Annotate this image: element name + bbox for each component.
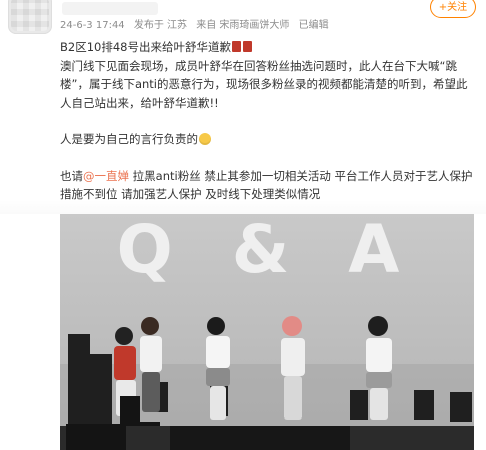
post-para-2-text: 人是要为自己的言行负责的 [60, 132, 198, 146]
username-redacted [62, 2, 158, 15]
post-date[interactable]: 24-6-3 17:44 [60, 20, 125, 31]
post-para-3-prefix: 也请 [60, 168, 83, 183]
post-image[interactable]: Q & A [60, 214, 474, 450]
follow-button[interactable]: +关注 [430, 0, 476, 18]
exclamation-icon [242, 41, 252, 52]
post-text: B2区10排48号出来给叶舒华道歉 澳门线下见面会现场，成员叶舒华在回答粉丝抽选… [60, 38, 474, 204]
backdrop-text: Q & A [117, 214, 418, 288]
smile-emoji-icon [199, 133, 211, 145]
post-edited[interactable]: 已编辑 [299, 20, 329, 31]
exclamation-icon [231, 41, 241, 52]
post-line-1: B2区10排48号出来给叶舒华道歉 [60, 38, 474, 57]
mention-link[interactable]: @一直婵 [83, 169, 129, 183]
post-header: 24-6-3 17:44 发布于 江苏 来自 宋雨琦画饼大师 已编辑 +关注 [0, 0, 486, 42]
divider [0, 200, 486, 214]
avatar-mosaic [11, 0, 49, 31]
post-headline: B2区10排48号出来给叶舒华道歉 [60, 40, 231, 54]
post-para-2: 人是要为自己的言行负责的 [60, 130, 474, 149]
avatar[interactable] [8, 0, 52, 34]
post-source[interactable]: 来自 宋雨琦画饼大师 [196, 20, 289, 31]
post-location: 发布于 江苏 [133, 20, 188, 31]
post-meta: 24-6-3 17:44 发布于 江苏 来自 宋雨琦画饼大师 已编辑 [60, 18, 335, 34]
post-para-3: 也请@一直婵 拉黑anti粉丝 禁止其参加一切相关活动 平台工作人员对于艺人保护… [60, 167, 474, 204]
post-body: 澳门线下见面会现场，成员叶舒华在回答粉丝抽选问题时，此人在台下大喊“跳楼”，属于… [60, 58, 468, 110]
